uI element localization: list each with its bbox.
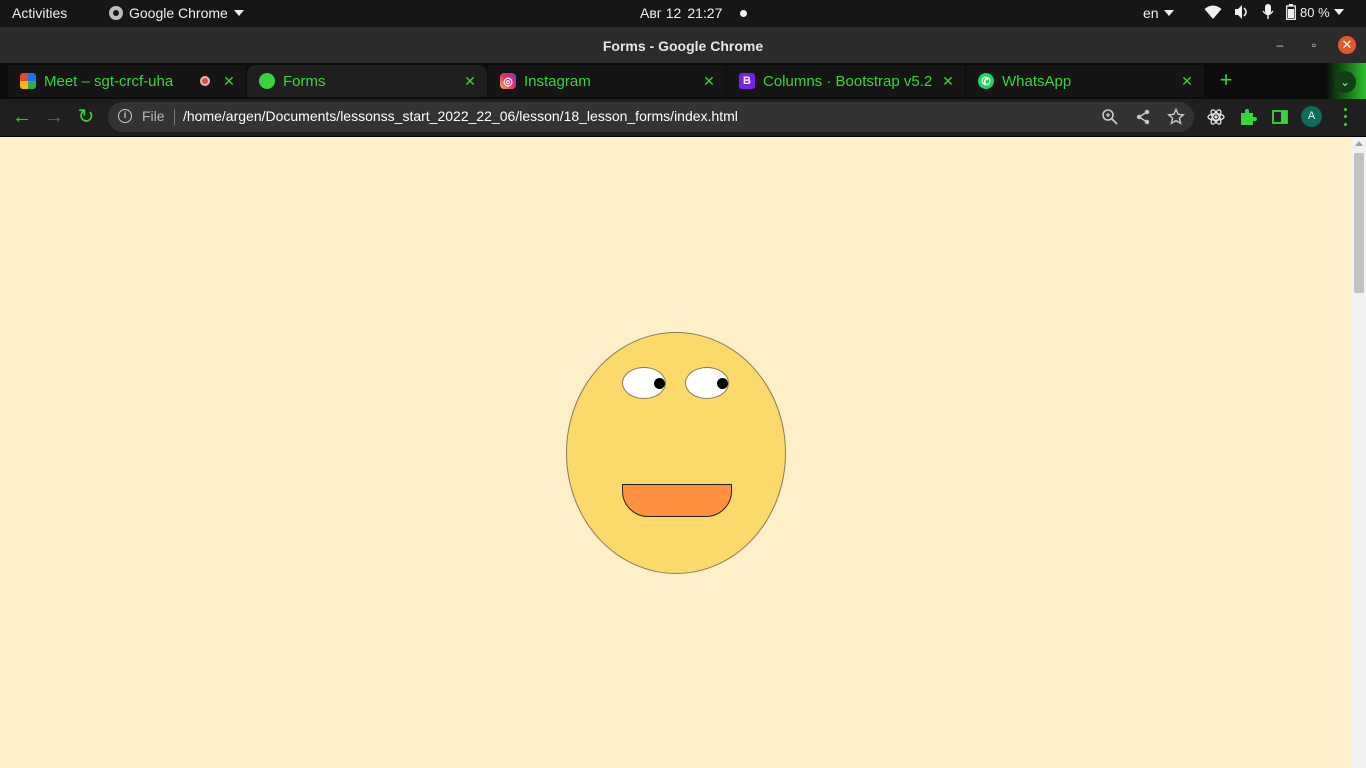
zoom-icon[interactable]	[1101, 108, 1119, 126]
close-window-button[interactable]: ✕	[1338, 36, 1356, 54]
close-tab-icon[interactable]: ✕	[220, 73, 238, 90]
divider	[174, 109, 175, 125]
app-name: Google Chrome	[129, 5, 228, 21]
tab-strip: Meet – sgt-crcf-uha ✕ Forms ✕ ◎ Instagra…	[0, 63, 1366, 99]
close-tab-icon[interactable]: ✕	[700, 73, 718, 90]
close-tab-icon[interactable]: ✕	[461, 73, 479, 90]
tab-search-button[interactable]: ⌄	[1326, 63, 1366, 99]
right-eye	[685, 367, 729, 399]
site-info-icon[interactable]: i	[118, 109, 132, 123]
window-title-bar: Forms - Google Chrome – ▫ ✕	[0, 27, 1366, 63]
vertical-scrollbar[interactable]	[1352, 137, 1366, 768]
new-tab-button[interactable]: +	[1215, 67, 1237, 93]
tab-instagram[interactable]: ◎ Instagram ✕	[488, 65, 726, 97]
bootstrap-icon: B	[739, 73, 755, 89]
globe-icon	[259, 73, 275, 89]
close-tab-icon[interactable]: ✕	[1178, 73, 1196, 90]
address-bar[interactable]: i File /home/argen/Documents/lessonss_st…	[108, 102, 1194, 132]
chevron-down-icon	[1163, 10, 1174, 16]
close-tab-icon[interactable]: ✕	[939, 73, 957, 90]
chevron-down-icon	[233, 10, 244, 16]
tab-label: Meet – sgt-crcf-uha	[44, 72, 174, 90]
tab-forms[interactable]: Forms ✕	[247, 65, 487, 97]
more-menu-icon[interactable]	[1340, 106, 1350, 128]
tab-label: WhatsApp	[1002, 72, 1072, 90]
chrome-icon	[109, 6, 123, 20]
bookmark-star-icon[interactable]	[1167, 108, 1185, 126]
tab-label: Instagram	[524, 72, 591, 90]
react-devtools-icon[interactable]	[1206, 107, 1226, 127]
back-button[interactable]: ←	[10, 105, 34, 129]
tab-label: Forms	[283, 72, 326, 90]
tab-label: Columns · Bootstrap v5.2	[763, 72, 933, 90]
chevron-down-icon	[1333, 9, 1344, 15]
microphone-icon	[1262, 4, 1274, 19]
extensions-puzzle-icon[interactable]	[1238, 107, 1258, 127]
wifi-icon	[1204, 5, 1222, 19]
tab-meet[interactable]: Meet – sgt-crcf-uha ✕	[8, 65, 246, 97]
smiley-face	[566, 332, 786, 574]
profile-avatar[interactable]: A	[1301, 106, 1322, 127]
notification-dot-icon	[740, 9, 748, 17]
window-title: Forms - Google Chrome	[602, 38, 764, 54]
battery-icon	[1286, 4, 1296, 20]
page-viewport	[0, 137, 1366, 768]
system-top-bar: Activities Google Chrome Авг 12 21:27 en…	[0, 0, 1366, 27]
left-eye	[622, 367, 666, 399]
browser-toolbar: ← → ↻ i File /home/argen/Documents/lesso…	[0, 99, 1366, 137]
whatsapp-icon: ✆	[978, 73, 994, 89]
date-label: Авг 12	[640, 5, 682, 21]
volume-icon	[1235, 5, 1247, 19]
activities-button[interactable]: Activities	[12, 5, 67, 21]
restore-button[interactable]: ▫	[1305, 36, 1323, 54]
language-indicator[interactable]: en	[1143, 5, 1174, 21]
system-tray[interactable]: 80 %	[1204, 4, 1344, 20]
scheme-label: File	[142, 108, 165, 124]
side-panel-icon[interactable]	[1270, 107, 1290, 127]
app-menu[interactable]: Google Chrome	[109, 5, 244, 21]
left-pupil	[654, 378, 665, 389]
scrollbar-thumb[interactable]	[1354, 153, 1364, 293]
google-meet-icon	[20, 73, 36, 89]
tab-whatsapp[interactable]: ✆ WhatsApp ✕	[966, 65, 1204, 97]
battery-percent: 80 %	[1300, 4, 1330, 20]
url-text[interactable]: /home/argen/Documents/lessonss_start_202…	[183, 108, 738, 124]
tab-bootstrap[interactable]: B Columns · Bootstrap v5.2 ✕	[727, 65, 965, 97]
scroll-up-arrow-icon[interactable]	[1355, 141, 1363, 146]
chevron-down-icon: ⌄	[1334, 71, 1356, 93]
right-pupil	[717, 378, 728, 389]
mouth	[622, 484, 732, 517]
instagram-icon: ◎	[500, 73, 516, 89]
time-label: 21:27	[687, 5, 723, 21]
minimize-button[interactable]: –	[1271, 36, 1289, 54]
forward-button[interactable]: →	[42, 105, 66, 129]
reload-button[interactable]: ↻	[74, 105, 98, 129]
recording-icon	[200, 76, 210, 86]
clock[interactable]: Авг 12 21:27	[640, 5, 748, 21]
share-icon[interactable]	[1134, 108, 1152, 126]
language-label: en	[1143, 5, 1159, 21]
